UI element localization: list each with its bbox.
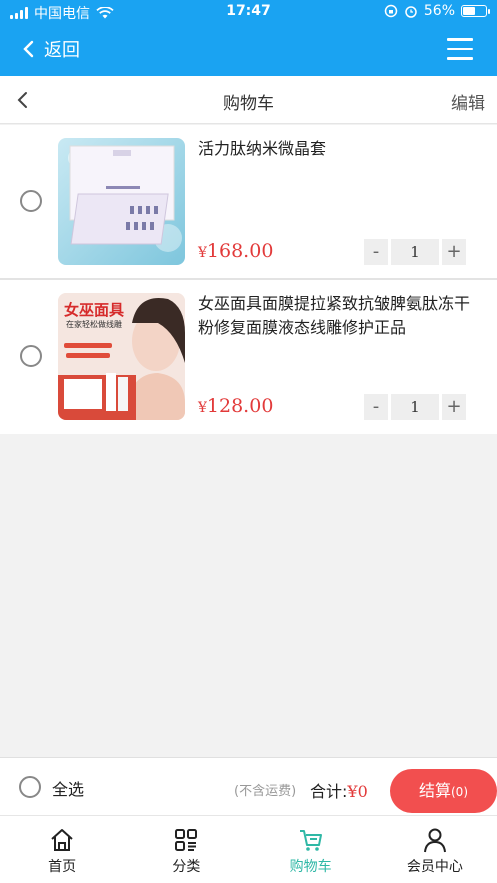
home-icon <box>51 829 73 851</box>
rotation-lock-icon <box>384 4 398 18</box>
qty-input[interactable]: 1 <box>391 239 439 265</box>
shipping-note: (不含运费) <box>234 784 297 799</box>
cart-title-bar: 购物车 编辑 <box>0 76 497 124</box>
product-price: ¥128.00 <box>198 395 274 417</box>
qty-minus-button[interactable]: - <box>364 394 388 420</box>
back-button[interactable]: 返回 <box>22 36 80 62</box>
settle-button[interactable]: 结算(0) <box>390 769 497 813</box>
tab-cart[interactable]: 购物车 <box>249 816 373 883</box>
quantity-stepper: - 1 + <box>364 239 466 265</box>
qty-plus-button[interactable]: + <box>442 394 466 420</box>
tab-label: 购物车 <box>289 859 332 875</box>
product-image[interactable] <box>58 138 185 265</box>
battery-percent: 56% <box>423 3 455 19</box>
select-all-label[interactable]: 全选 <box>52 776 84 800</box>
tab-label: 首页 <box>48 859 77 875</box>
qty-minus-button[interactable]: - <box>364 239 388 265</box>
cart-item: 活力肽纳米微晶套 ¥168.00 - 1 + <box>0 125 497 279</box>
image-title: 女巫面具 <box>64 301 125 319</box>
cart-icon <box>299 830 322 851</box>
item-select-checkbox[interactable] <box>20 190 42 212</box>
qty-input[interactable]: 1 <box>391 394 439 420</box>
status-bar: 中国电信 17:47 56% <box>0 0 497 24</box>
user-icon <box>423 828 446 853</box>
image-subtitle: 在家轻松做线雕 <box>66 320 122 329</box>
chevron-left-icon <box>23 40 34 58</box>
tab-category[interactable]: 分类 <box>124 816 248 883</box>
battery-icon <box>461 5 490 17</box>
product-price: ¥168.00 <box>198 240 274 262</box>
top-header: 中国电信 17:47 56% 返回 <box>0 0 497 76</box>
back-label: 返回 <box>44 40 80 61</box>
category-icon <box>175 829 198 851</box>
quantity-stepper: - 1 + <box>364 394 466 420</box>
product-name[interactable]: 活力肽纳米微晶套 <box>198 137 480 161</box>
edit-button[interactable]: 编辑 <box>451 89 485 114</box>
tab-label: 分类 <box>172 859 201 875</box>
nav-bar: 返回 <box>0 24 497 76</box>
page-title: 购物车 <box>223 94 274 114</box>
total-summary: 合计:¥0 <box>310 782 368 801</box>
total-amount: ¥0 <box>347 782 368 801</box>
cart-item: 女巫面具 在家轻松做线雕 女巫面具面膜提拉紧致抗皱脾氨肽冻干粉修复面膜液态线雕修… <box>0 280 497 434</box>
tab-bar: 首页 分类 购物车 会员中心 <box>0 815 497 883</box>
product-name[interactable]: 女巫面具面膜提拉紧致抗皱脾氨肽冻干粉修复面膜液态线雕修护正品 <box>198 292 480 340</box>
tab-member[interactable]: 会员中心 <box>373 816 497 883</box>
checkout-bar: 全选 (不含运费) 合计:¥0 结算(0) <box>0 757 497 815</box>
product-image[interactable]: 女巫面具 在家轻松做线雕 <box>58 293 185 420</box>
tab-label: 会员中心 <box>406 859 463 875</box>
item-select-checkbox[interactable] <box>20 345 42 367</box>
hamburger-icon[interactable] <box>447 38 473 60</box>
tab-home[interactable]: 首页 <box>0 816 124 883</box>
select-all-checkbox[interactable] <box>19 776 41 798</box>
qty-plus-button[interactable]: + <box>442 239 466 265</box>
alarm-icon <box>405 6 417 18</box>
